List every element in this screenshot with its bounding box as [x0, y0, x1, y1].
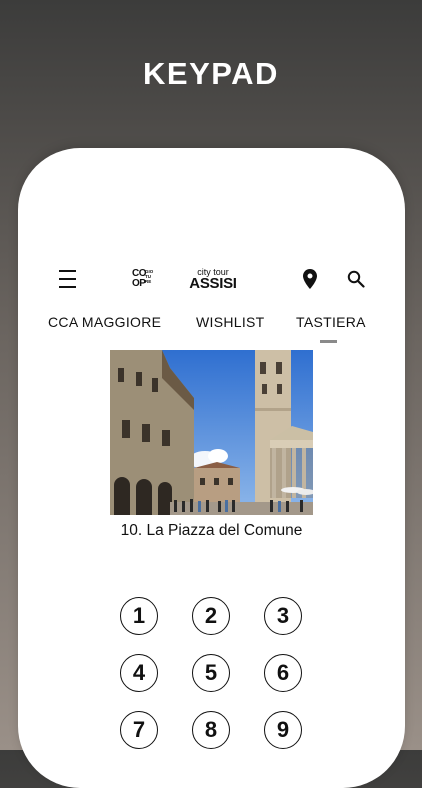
tab-tastiera[interactable]: TASTIERA: [296, 314, 366, 330]
tab-wishlist[interactable]: WISHLIST: [196, 314, 265, 330]
search-icon[interactable]: [346, 269, 366, 289]
menu-icon[interactable]: [56, 270, 78, 288]
header-title: ASSISI: [189, 275, 237, 292]
key-5[interactable]: 5: [192, 654, 230, 692]
tab-bar: CCA MAGGIORE WISHLIST TASTIERA: [18, 314, 405, 336]
app-logo: CO OP GIO TU RE: [132, 269, 158, 291]
place-photo[interactable]: [110, 350, 313, 515]
phone-frame: CO OP GIO TU RE city tour ASSISI CCA MAG…: [18, 148, 405, 788]
map-pin-icon[interactable]: [301, 268, 319, 290]
key-9[interactable]: 9: [264, 711, 302, 749]
tab-indicator: [320, 340, 337, 343]
key-1[interactable]: 1: [120, 597, 158, 635]
key-3[interactable]: 3: [264, 597, 302, 635]
tab-rocca-maggiore[interactable]: CCA MAGGIORE: [48, 314, 161, 330]
logo-small-text: GIO TU RE: [145, 269, 154, 284]
key-6[interactable]: 6: [264, 654, 302, 692]
place-caption: 10. La Piazza del Comune: [120, 522, 303, 539]
promo-title: KEYPAD: [143, 56, 279, 91]
key-4[interactable]: 4: [120, 654, 158, 692]
key-2[interactable]: 2: [192, 597, 230, 635]
key-7[interactable]: 7: [120, 711, 158, 749]
key-8[interactable]: 8: [192, 711, 230, 749]
